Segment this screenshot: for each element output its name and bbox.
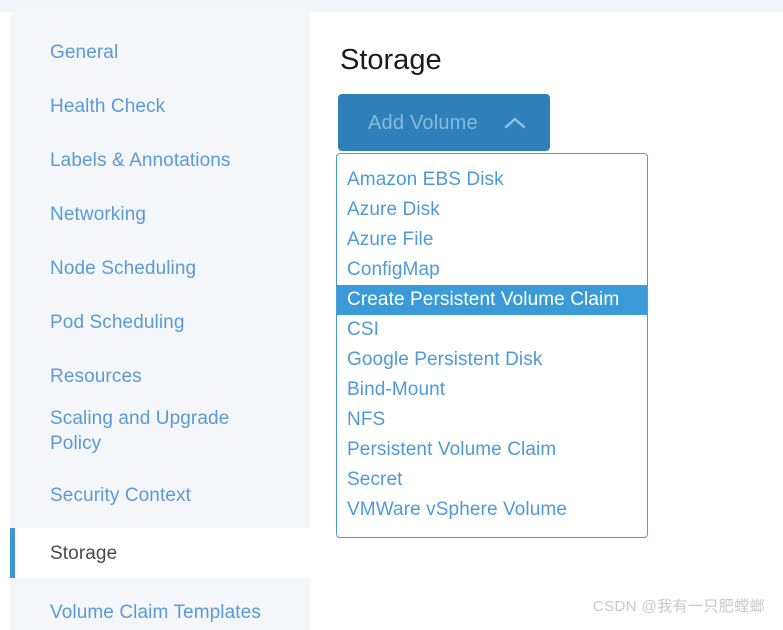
- sidebar-item-label: Storage: [50, 542, 118, 564]
- dropdown-option-secret[interactable]: Secret: [337, 465, 647, 495]
- sidebar-item-label: General: [50, 42, 119, 63]
- sidebar-item-label: Security Context: [50, 485, 191, 506]
- sidebar-item-labels-annotations[interactable]: Labels & Annotations: [10, 138, 310, 183]
- dropdown-option-create-persistent-volume-claim[interactable]: Create Persistent Volume Claim: [337, 285, 647, 315]
- volume-type-dropdown[interactable]: Amazon EBS Disk Azure Disk Azure File Confi…: [336, 153, 648, 538]
- settings-sidebar: General Health Check Labels & Annotations N…: [10, 12, 310, 630]
- storage-content-panel: Storage Add Volume Amazon EBS Disk Azure …: [312, 12, 783, 630]
- sidebar-item-label: Scaling and Upgrade Policy: [50, 408, 230, 454]
- sidebar-item-label: Volume Claim Templates: [50, 602, 261, 623]
- dropdown-option-configmap[interactable]: ConfigMap: [337, 255, 647, 285]
- sidebar-item-general[interactable]: General: [10, 30, 310, 75]
- chevron-up-icon: [504, 116, 526, 130]
- dropdown-option-google-persistent-disk[interactable]: Google Persistent Disk: [337, 345, 647, 375]
- sidebar-item-scaling-and-upgrade-policy[interactable]: Scaling and Upgrade Policy: [10, 400, 310, 462]
- watermark: CSDN @我有一只肥螳螂: [592, 598, 765, 615]
- sidebar-item-label: Node Scheduling: [50, 258, 197, 279]
- page-title: Storage: [340, 44, 442, 76]
- sidebar-item-label: Labels & Annotations: [50, 150, 231, 171]
- sidebar-item-pod-scheduling[interactable]: Pod Scheduling: [10, 300, 310, 345]
- sidebar-item-label: Resources: [50, 366, 142, 387]
- add-volume-button-label: Add Volume: [368, 111, 478, 134]
- dropdown-option-vmware-vsphere-volume[interactable]: VMWare vSphere Volume: [337, 495, 647, 525]
- dropdown-option-bind-mount[interactable]: Bind-Mount: [337, 375, 647, 405]
- dropdown-option-csi[interactable]: CSI: [337, 315, 647, 345]
- sidebar-item-label: Networking: [50, 204, 147, 225]
- sidebar-item-label: Pod Scheduling: [50, 312, 185, 333]
- dropdown-option-amazon-ebs-disk[interactable]: Amazon EBS Disk: [337, 165, 647, 195]
- sidebar-item-label: Health Check: [50, 96, 166, 117]
- sidebar-item-networking[interactable]: Networking: [10, 192, 310, 237]
- sidebar-item-resources[interactable]: Resources: [10, 354, 310, 399]
- sidebar-item-volume-claim-templates[interactable]: Volume Claim Templates: [10, 590, 310, 630]
- top-strip: [0, 0, 783, 12]
- sidebar-item-node-scheduling[interactable]: Node Scheduling: [10, 246, 310, 291]
- sidebar-item-health-check[interactable]: Health Check: [10, 84, 310, 129]
- dropdown-option-persistent-volume-claim[interactable]: Persistent Volume Claim: [337, 435, 647, 465]
- sidebar-item-security-context[interactable]: Security Context: [10, 473, 310, 518]
- add-volume-button[interactable]: Add Volume: [338, 94, 550, 151]
- sidebar-item-storage[interactable]: Storage: [10, 528, 310, 578]
- dropdown-option-azure-disk[interactable]: Azure Disk: [337, 195, 647, 225]
- dropdown-option-nfs[interactable]: NFS: [337, 405, 647, 435]
- dropdown-option-azure-file[interactable]: Azure File: [337, 225, 647, 255]
